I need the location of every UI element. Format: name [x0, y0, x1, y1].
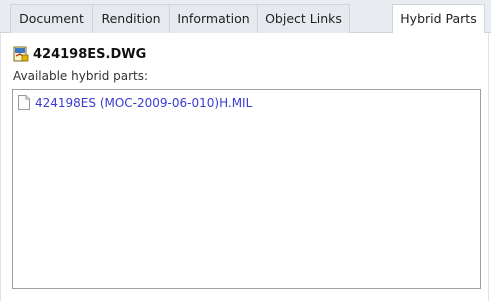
- hybrid-parts-list[interactable]: 424198ES (MOC-2009-06-010)H.MIL: [12, 89, 481, 289]
- tab-document[interactable]: Document: [10, 4, 93, 33]
- dwg-file-icon: [13, 46, 29, 62]
- list-item[interactable]: 424198ES (MOC-2009-06-010)H.MIL: [18, 94, 252, 111]
- file-header: 424198ES.DWG: [13, 45, 146, 63]
- tab-rendition-label: Rendition: [101, 11, 161, 26]
- list-item-label: 424198ES (MOC-2009-06-010)H.MIL: [35, 95, 253, 110]
- tab-document-label: Document: [19, 11, 84, 26]
- tab-bar: Document Rendition Information Object Li…: [0, 0, 491, 34]
- tab-hybrid-parts-label: Hybrid Parts: [400, 11, 477, 26]
- tab-hybrid-parts[interactable]: Hybrid Parts: [392, 4, 485, 34]
- tab-rendition[interactable]: Rendition: [92, 4, 170, 33]
- document-icon: [18, 95, 30, 110]
- tab-information-label: Information: [177, 11, 250, 26]
- file-name: 424198ES.DWG: [33, 46, 147, 62]
- tab-object-links-label: Object Links: [265, 11, 342, 26]
- tab-information[interactable]: Information: [169, 4, 258, 33]
- hybrid-parts-caption: Available hybrid parts:: [13, 69, 149, 83]
- tab-object-links[interactable]: Object Links: [257, 4, 350, 33]
